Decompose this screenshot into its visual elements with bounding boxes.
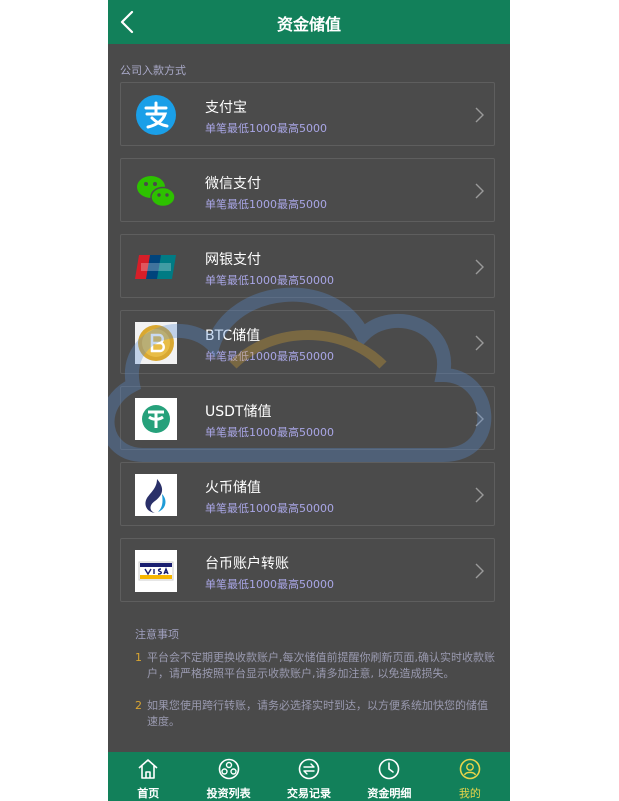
phone-screen: 资金储值 公司入款方式 支付宝 单笔最低1000最高5000 微信支付 单笔最低…	[108, 0, 510, 801]
method-name: 微信支付	[205, 176, 261, 192]
tab-label: 我的	[458, 787, 481, 800]
payment-method-wechat[interactable]: 微信支付 单笔最低1000最高5000	[120, 158, 495, 222]
wechat-icon	[137, 176, 176, 208]
chevron-right-icon	[475, 183, 484, 199]
tab-label: 投资列表	[206, 787, 251, 800]
chevron-right-icon	[475, 563, 484, 579]
method-limit: 单笔最低1000最高50000	[205, 578, 334, 591]
exchange-icon	[298, 758, 320, 780]
page-title: 资金储值	[276, 15, 341, 34]
chevron-right-icon	[475, 487, 484, 503]
tab-label: 资金明细	[367, 787, 412, 800]
tab-fund-details[interactable]: 资金明细	[349, 752, 429, 801]
note-number: 1	[135, 651, 142, 664]
chevron-right-icon	[475, 335, 484, 351]
method-limit: 单笔最低1000最高5000	[205, 122, 327, 135]
payment-method-unionpay[interactable]: 网银支付 单笔最低1000最高50000	[120, 234, 495, 298]
notes-title: 注意事项	[135, 628, 179, 641]
note-item: 1 平台会不定期更换收款账户,每次储值前提醒你刷新页面,确认实时收款账户，请严格…	[135, 650, 495, 682]
tab-label: 交易记录	[287, 787, 332, 800]
payment-method-usdt[interactable]: USDT储值 单笔最低1000最高50000	[120, 386, 495, 450]
payment-method-huobi[interactable]: 火币储值 单笔最低1000最高50000	[120, 462, 495, 526]
user-icon	[459, 758, 481, 780]
payment-method-alipay[interactable]: 支付宝 单笔最低1000最高5000	[120, 82, 495, 146]
top-bar: 资金储值	[108, 0, 510, 44]
tab-transactions[interactable]: 交易记录	[269, 752, 349, 801]
method-limit: 单笔最低1000最高50000	[205, 274, 334, 287]
chevron-right-icon	[475, 107, 484, 123]
unionpay-icon	[135, 255, 176, 279]
method-name: BTC储值	[205, 328, 261, 344]
tab-mine[interactable]: 我的	[430, 752, 510, 801]
bottom-tab-bar: 首页 投资列表 交易记录 资金明细 我的	[108, 752, 510, 801]
method-name: 火币储值	[205, 480, 261, 496]
visa-icon	[135, 550, 177, 592]
chevron-right-icon	[475, 259, 484, 275]
notes-section: 注意事项 1 平台会不定期更换收款账户,每次储值前提醒你刷新页面,确认实时收款账…	[135, 626, 495, 730]
tab-invest-list[interactable]: 投资列表	[188, 752, 268, 801]
home-icon	[138, 759, 158, 779]
section-label: 公司入款方式	[120, 64, 186, 77]
method-limit: 单笔最低1000最高50000	[205, 350, 334, 363]
ball-icon	[218, 758, 239, 780]
note-number: 2	[135, 699, 142, 712]
clock-icon	[379, 758, 400, 780]
method-name: 台币账户转账	[205, 556, 289, 572]
method-limit: 单笔最低1000最高5000	[205, 198, 327, 211]
method-name: 支付宝	[205, 100, 247, 116]
chevron-right-icon	[475, 411, 484, 427]
tab-home[interactable]: 首页	[108, 752, 188, 801]
alipay-icon	[136, 95, 176, 135]
method-limit: 单笔最低1000最高50000	[205, 426, 334, 439]
tab-label: 首页	[137, 787, 160, 800]
tether-icon	[135, 398, 177, 440]
method-name: 网银支付	[205, 252, 261, 268]
method-name: USDT储值	[205, 404, 272, 420]
method-limit: 单笔最低1000最高50000	[205, 502, 334, 515]
payment-method-btc[interactable]: BTC储值 单笔最低1000最高50000	[120, 310, 495, 374]
bitcoin-icon	[135, 322, 177, 364]
note-item: 2 如果您使用跨行转账，请务必选择实时到达，以方便系统加快您的储值速度。	[135, 698, 495, 730]
payment-method-bank-transfer[interactable]: 台币账户转账 单笔最低1000最高50000	[120, 538, 495, 602]
huobi-icon	[135, 474, 177, 516]
note-text: 如果您使用跨行转账，请务必选择实时到达，以方便系统加快您的储值速度。	[147, 699, 488, 728]
note-text: 平台会不定期更换收款账户,每次储值前提醒你刷新页面,确认实时收款账户，请严格按照…	[147, 651, 495, 680]
